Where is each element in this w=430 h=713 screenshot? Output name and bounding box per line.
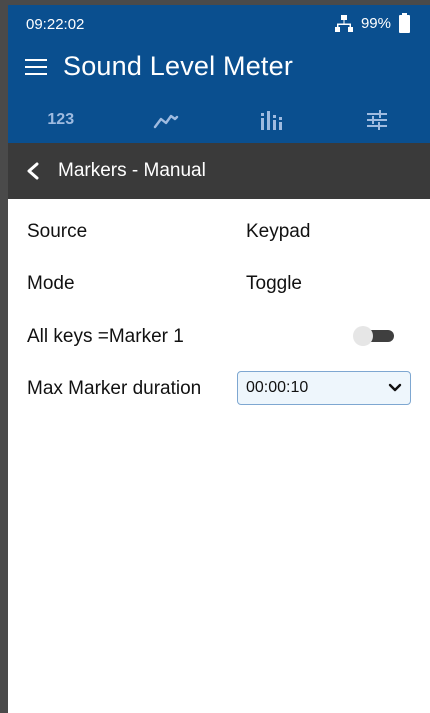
tab-spectrum[interactable] <box>219 97 325 143</box>
mode-label: Mode <box>27 273 75 294</box>
sliders-icon <box>367 110 388 130</box>
app-title: Sound Level Meter <box>63 51 294 81</box>
all-keys-label: All keys =Marker 1 <box>27 326 184 348</box>
menu-icon[interactable] <box>25 56 47 78</box>
max-duration-value: 00:00:10 <box>246 379 309 396</box>
network-icon <box>334 15 353 32</box>
source-value[interactable]: Keypad <box>246 221 310 243</box>
status-time: 09:22:02 <box>26 16 85 33</box>
tab-graph[interactable] <box>114 97 220 143</box>
tab-numeric-label: 123 <box>47 111 75 128</box>
sub-header: Markers - Manual <box>8 143 430 199</box>
app-screen: 09:22:02 99% Sound Level Meter 123 Marke… <box>0 0 430 713</box>
tab-numeric[interactable]: 123 <box>8 97 114 143</box>
max-duration-label: Max Marker duration <box>27 378 202 399</box>
battery-icon <box>399 13 410 33</box>
title-row: Sound Level Meter <box>25 51 293 82</box>
app-bar: 09:22:02 99% Sound Level Meter 123 <box>8 5 430 143</box>
all-keys-text: All keys = <box>27 326 109 347</box>
status-right: 99% <box>334 13 410 33</box>
max-duration-select[interactable]: 00:00:10 <box>237 371 411 405</box>
mode-value[interactable]: Toggle <box>246 273 302 295</box>
battery-percent: 99% <box>360 14 391 32</box>
device-left-border <box>0 0 8 713</box>
sub-header-title: Markers - Manual <box>58 160 206 181</box>
bar-spectrum-icon <box>260 111 282 130</box>
chevron-down-icon <box>388 383 402 392</box>
tab-settings[interactable] <box>325 97 430 143</box>
all-keys-marker: Marker 1 <box>108 326 184 347</box>
back-chevron-icon[interactable] <box>26 162 40 180</box>
source-label: Source <box>27 221 88 242</box>
line-graph-icon <box>154 114 179 129</box>
tab-bar: 123 <box>8 97 430 143</box>
all-keys-toggle[interactable] <box>352 325 394 347</box>
